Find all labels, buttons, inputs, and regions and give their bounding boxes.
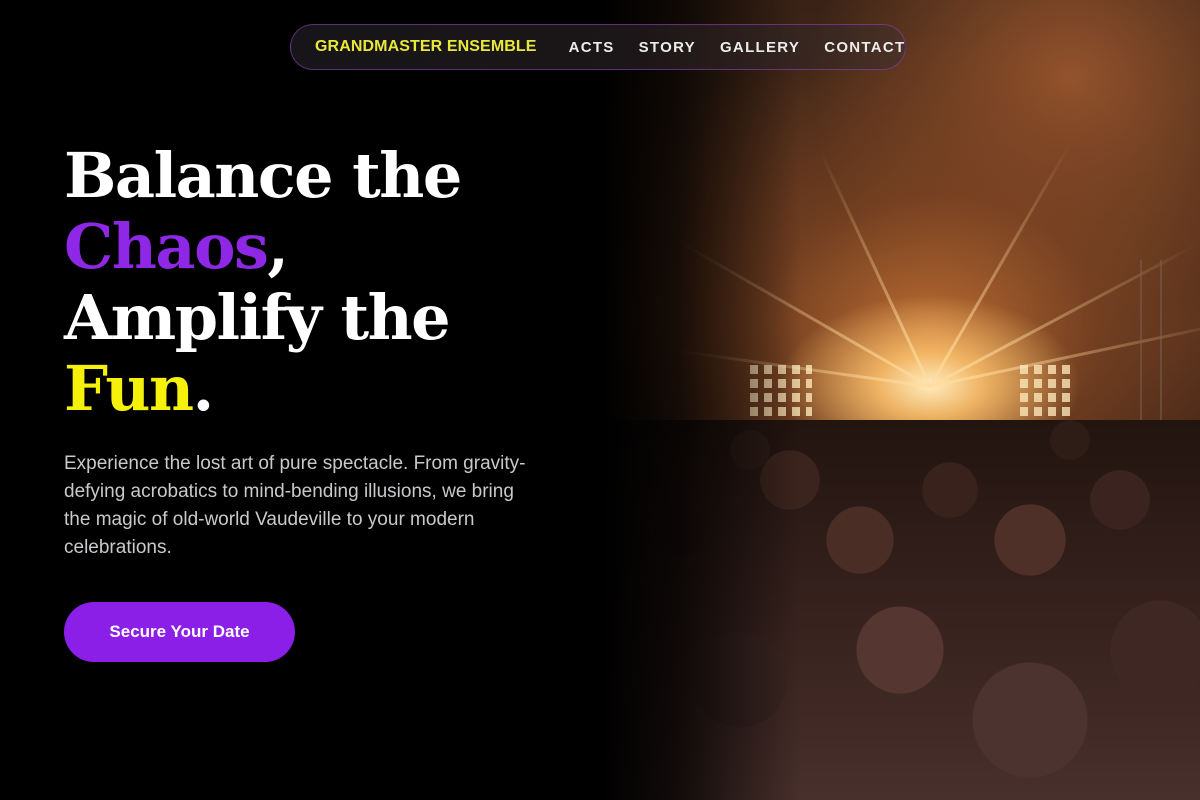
nav-link-acts[interactable]: ACTS [569,39,615,56]
headline-comma: , [267,210,289,283]
headline-period: . [192,352,215,425]
nav-link-gallery[interactable]: GALLERY [720,39,800,56]
hero-image [600,0,1200,800]
top-navigation: GRANDMASTER ENSEMBLE ACTS STORY GALLERY … [290,24,906,70]
nav-link-contact[interactable]: CONTACT [824,39,905,56]
brand-logo[interactable]: GRANDMASTER ENSEMBLE [315,38,537,56]
headline-line-1: Balance the [64,139,462,212]
nav-link-story[interactable]: STORY [639,39,696,56]
headline-line-3: Amplify the [64,281,451,354]
hero-headline: Balance the Chaos, Amplify the Fun. [64,139,462,425]
headline-highlight-chaos: Chaos [64,210,269,283]
headline-highlight-fun: Fun [64,352,194,425]
secure-date-button[interactable]: Secure Your Date [64,602,295,662]
hero-description: Experience the lost art of pure spectacl… [64,453,526,558]
